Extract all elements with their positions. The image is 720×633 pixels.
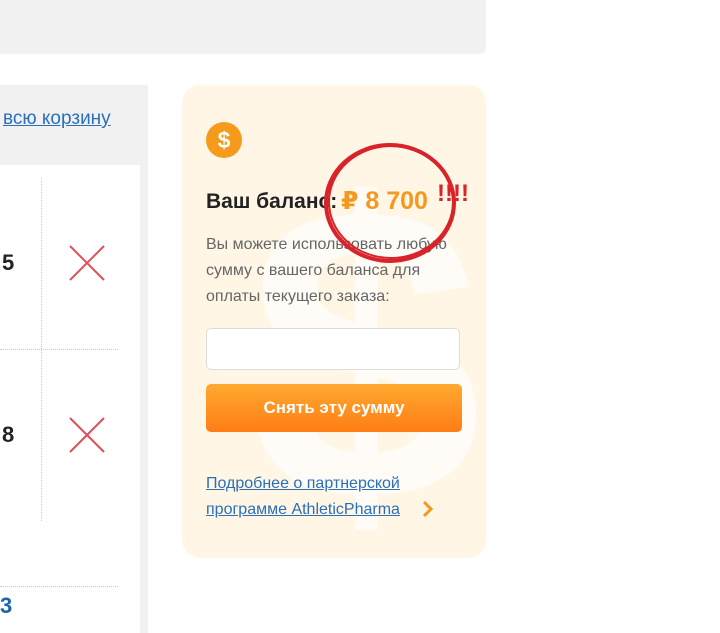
clear-cart-link[interactable]: всю корзину	[3, 108, 111, 130]
remove-item-icon[interactable]	[68, 244, 106, 282]
row-divider	[0, 349, 118, 350]
annotation-exclamation: !!!!	[437, 180, 469, 207]
amount-input[interactable]	[206, 328, 460, 370]
dollar-coin-icon: $	[206, 122, 242, 158]
balance-description: Вы можете использовать любую сумму с ваш…	[206, 236, 447, 305]
chevron-right-icon[interactable]	[420, 500, 436, 518]
remove-item-icon[interactable]	[68, 416, 106, 454]
cart-items	[0, 165, 140, 633]
cart-row-quantity: 5	[2, 250, 15, 275]
cart-row-quantity: 8	[2, 422, 15, 447]
cart-total: 3	[0, 593, 13, 618]
balance-label: Ваш баланс:	[206, 190, 338, 213]
partner-program-link[interactable]: Подробнее о партнерской программе Athlet…	[206, 471, 436, 523]
balance-amount: ₽ 8 700	[341, 187, 428, 215]
row-divider	[0, 586, 118, 587]
top-bar	[0, 0, 486, 54]
withdraw-button[interactable]: Снять эту сумму	[206, 384, 462, 432]
